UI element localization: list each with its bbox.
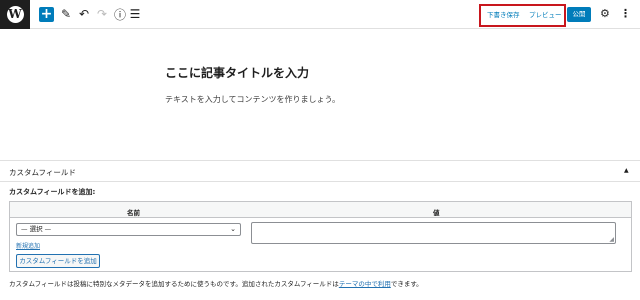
resize-grip-icon: ◢ [609, 236, 614, 243]
description-text: カスタムフィールドは投稿に特別なメタデータを追加するために使うものです。追加され… [9, 280, 339, 288]
more-options-icon[interactable]: ⋮ [620, 7, 631, 20]
list-view-icon[interactable]: ☰ [129, 6, 141, 22]
wordpress-icon: W [6, 6, 24, 23]
redo-icon[interactable]: ↷ [96, 6, 108, 22]
editor-toolbar: W + ✎ ↶ ↷ ⓘ ☰ 下書き保存 プレビュー 公開 ⚙ ⋮ [0, 0, 640, 29]
panel-collapse-icon[interactable]: ▲ [624, 167, 629, 174]
theme-usage-link[interactable]: テーマの中で利用 [339, 280, 391, 288]
save-draft-button[interactable]: 下書き保存 [487, 9, 520, 19]
post-body-input[interactable]: テキストを入力してコンテンツを作りましょう。 [165, 94, 340, 105]
table-header: 名前 値 [10, 202, 631, 218]
custom-fields-panel-title[interactable]: カスタムフィールド [9, 167, 76, 178]
column-value-header: 値 [433, 209, 440, 217]
tools-pen-icon[interactable]: ✎ [59, 6, 73, 22]
settings-gear-icon[interactable]: ⚙ [600, 7, 610, 20]
custom-fields-description: カスタムフィールドは投稿に特別なメタデータを追加するために使うものです。追加され… [9, 278, 423, 288]
field-name-select[interactable]: — 選択 — ⌄ [16, 223, 241, 236]
add-custom-field-label: カスタムフィールドを追加: [9, 188, 96, 196]
undo-icon[interactable]: ↶ [78, 6, 90, 22]
field-value-textarea[interactable]: ◢ [251, 222, 616, 244]
add-block-button[interactable]: + [39, 7, 54, 22]
details-info-icon[interactable]: ⓘ [113, 6, 127, 22]
custom-field-table: 名前 値 — 選択 — ⌄ 新規追加 カスタムフィールドを追加 ◢ [9, 201, 632, 272]
wordpress-logo-button[interactable]: W [0, 0, 30, 29]
publish-button[interactable]: 公開 [567, 7, 591, 22]
divider [0, 181, 640, 182]
chevron-down-icon: ⌄ [230, 225, 236, 233]
new-field-link[interactable]: 新規追加 [16, 241, 40, 250]
preview-button[interactable]: プレビュー [529, 9, 562, 19]
column-name-header: 名前 [127, 209, 140, 217]
description-text-end: できます。 [390, 280, 423, 288]
post-title-input[interactable]: ここに記事タイトルを入力 [165, 64, 309, 81]
select-value: — 選択 — [21, 225, 52, 233]
add-custom-field-button[interactable]: カスタムフィールドを追加 [16, 254, 100, 268]
